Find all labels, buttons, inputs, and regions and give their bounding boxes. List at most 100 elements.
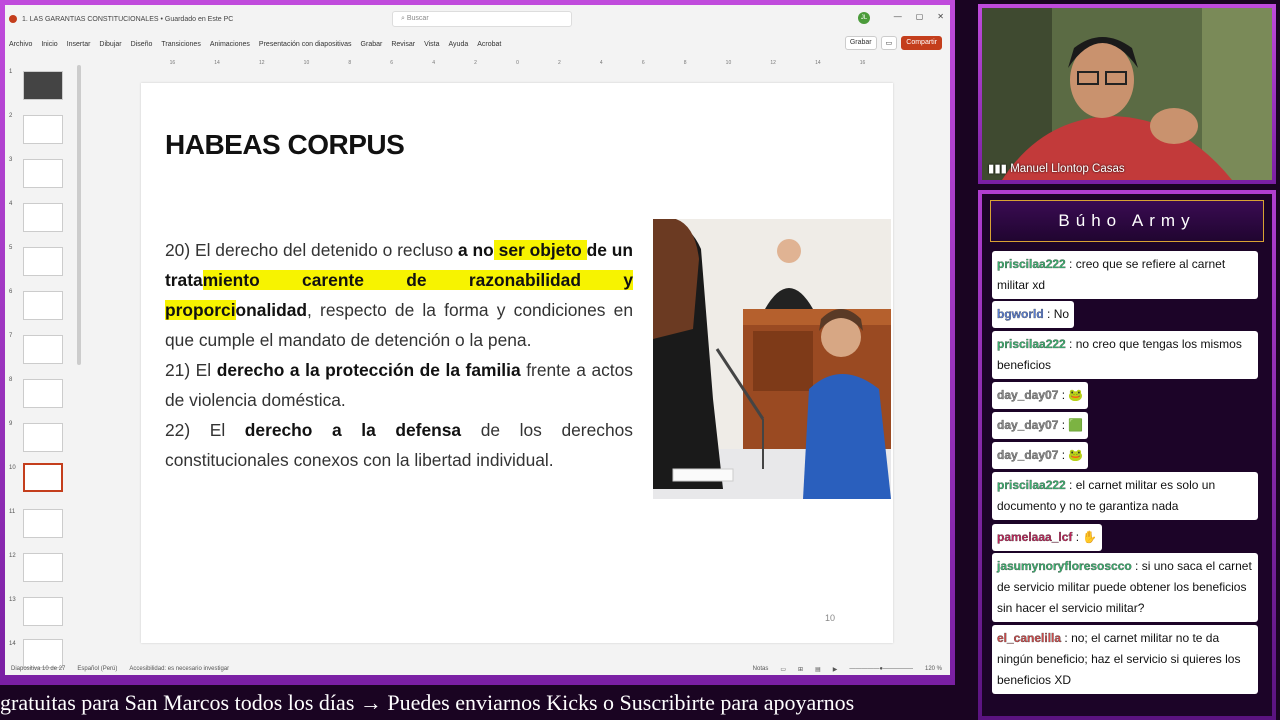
chat-message: bgworld : No xyxy=(992,301,1075,328)
slide-thumbnail-2[interactable] xyxy=(23,115,63,144)
chat-username[interactable]: day_day07 xyxy=(997,418,1059,432)
search-placeholder: Buscar xyxy=(406,15,429,22)
thumb-number: 11 xyxy=(9,509,16,515)
slide-thumbnails: 1 2 3 4 5 6 7 8 9 10 11 12 13 14 xyxy=(5,65,85,668)
tab-presentacion[interactable]: Presentación con diapositivas xyxy=(259,41,352,48)
ribbon-tabs: Archivo Inicio Insertar Dibujar Diseño T… xyxy=(5,33,950,55)
tab-grabar[interactable]: Grabar xyxy=(361,41,383,48)
webcam-name-label: ▮▮▮ Manuel Llontop Casas xyxy=(988,161,1125,175)
chat-title: Búho Army xyxy=(990,200,1264,242)
chat-text: 🐸 xyxy=(1068,388,1084,402)
p22-bold: derecho a la defensa xyxy=(244,420,462,440)
ruler-tick: 2 xyxy=(557,60,561,66)
tab-diseno[interactable]: Diseño xyxy=(131,41,153,48)
ruler-tick: 16 xyxy=(169,60,176,66)
comments-icon[interactable]: ▭ xyxy=(880,36,898,50)
slide-thumbnail-6[interactable] xyxy=(23,291,63,320)
tab-animaciones[interactable]: Animaciones xyxy=(210,41,250,48)
ruler-tick: 16 xyxy=(859,60,866,66)
chat-message: priscilaa222 : el carnet militar es solo… xyxy=(992,472,1258,520)
slide-thumbnail-5[interactable] xyxy=(23,247,63,276)
slide-number: 10 xyxy=(824,613,835,623)
slide-body: 20) El derecho del detenido o recluso a … xyxy=(165,235,633,475)
close-icon[interactable]: ✕ xyxy=(937,12,944,21)
chat-message: day_day07 : 🟩 xyxy=(992,412,1089,439)
powerpoint-icon xyxy=(9,15,17,23)
slide-thumbnail-13[interactable] xyxy=(23,597,63,626)
zoom-slider[interactable]: —————●————— xyxy=(849,666,913,672)
language-status[interactable]: Español (Perú) xyxy=(77,666,117,672)
chat-message: el_canelilla : no; el carnet militar no … xyxy=(992,625,1258,694)
chat-text: 🟩 xyxy=(1068,418,1084,432)
thumbnail-scrollbar[interactable] xyxy=(77,65,81,365)
slide-count: Diapositiva 10 de 27 xyxy=(11,666,66,672)
slide-thumbnail-1[interactable] xyxy=(23,71,63,100)
search-input[interactable]: ⌕ Buscar xyxy=(392,11,572,27)
chat-message: priscilaa222 : creo que se refiere al ca… xyxy=(992,251,1258,299)
tab-vista[interactable]: Vista xyxy=(424,41,439,48)
notes-button[interactable]: Notas xyxy=(753,666,769,672)
record-button[interactable]: Grabar xyxy=(844,36,877,50)
webcam-panel: ▮▮▮ Manuel Llontop Casas xyxy=(978,4,1276,184)
tab-ayuda[interactable]: Ayuda xyxy=(449,41,469,48)
avatar[interactable]: JL xyxy=(858,12,870,24)
thumb-number: 3 xyxy=(9,157,13,163)
normal-view-icon[interactable]: ▭ xyxy=(780,666,786,673)
webcam-feed: ▮▮▮ Manuel Llontop Casas xyxy=(982,8,1272,180)
thumb-number: 1 xyxy=(9,69,13,75)
chat-username[interactable]: priscilaa222 xyxy=(997,257,1066,271)
chat-username[interactable]: day_day07 xyxy=(997,448,1059,462)
reading-view-icon[interactable]: ▤ xyxy=(815,666,821,673)
p21-bold: derecho a la protección de la familia xyxy=(216,360,521,380)
thumb-number: 9 xyxy=(9,421,13,427)
maximize-icon[interactable]: ▢ xyxy=(916,12,924,21)
slide-thumbnail-11[interactable] xyxy=(23,509,63,538)
slideshow-icon[interactable]: ▶ xyxy=(833,666,838,673)
tab-dibujar[interactable]: Dibujar xyxy=(99,41,121,48)
ruler-tick: 8 xyxy=(348,60,352,66)
tab-transiciones[interactable]: Transiciones xyxy=(161,41,200,48)
ruler-tick: 12 xyxy=(258,60,265,66)
chat-body: Búho Army priscilaa222 : creo que se ref… xyxy=(982,194,1272,716)
news-ticker: gratuitas para San Marcos todos los días… xyxy=(0,686,955,720)
slide-thumbnail-10[interactable] xyxy=(23,463,63,492)
slide-thumbnail-12[interactable] xyxy=(23,553,63,582)
slide-thumbnail-3[interactable] xyxy=(23,159,63,188)
slide-thumbnail-9[interactable] xyxy=(23,423,63,452)
chat-username[interactable]: el_canelilla xyxy=(997,631,1061,645)
window-title: 1. LAS GARANTIAS CONSTITUCIONALES • Guar… xyxy=(22,15,234,23)
ruler-tick: 10 xyxy=(303,60,310,66)
chat-username[interactable]: priscilaa222 xyxy=(997,337,1066,351)
chat-username[interactable]: bgworld xyxy=(997,307,1044,321)
sorter-view-icon[interactable]: ⊞ xyxy=(798,666,803,673)
slide-title: HABEAS CORPUS xyxy=(165,129,405,160)
accessibility-status[interactable]: Accesibilidad: es necesario investigar xyxy=(129,666,229,672)
tab-insertar[interactable]: Insertar xyxy=(67,41,91,48)
thumb-number: 10 xyxy=(9,465,16,471)
chat-message: priscilaa222 : no creo que tengas los mi… xyxy=(992,331,1258,379)
p22-text: 22) El xyxy=(165,420,245,440)
chat-username[interactable]: day_day07 xyxy=(997,388,1059,402)
chat-username[interactable]: priscilaa222 xyxy=(997,478,1066,492)
tab-acrobat[interactable]: Acrobat xyxy=(477,41,501,48)
slide-thumbnail-7[interactable] xyxy=(23,335,63,364)
slide-canvas[interactable]: HABEAS CORPUS 20) El derecho del detenid… xyxy=(141,83,893,643)
tab-archivo[interactable]: Archivo xyxy=(9,41,32,48)
minimize-icon[interactable]: — xyxy=(894,12,902,21)
share-button[interactable]: Compartir xyxy=(901,36,942,50)
chat-username[interactable]: jasumynoryfloresoscco xyxy=(997,559,1132,573)
slide-thumbnail-8[interactable] xyxy=(23,379,63,408)
ruler-tick: 14 xyxy=(815,60,821,66)
chat-username[interactable]: pamelaaa_lcf xyxy=(997,530,1073,544)
p20-bold: a no xyxy=(458,240,494,260)
webcam-name: Manuel Llontop Casas xyxy=(1010,163,1125,175)
ruler-tick: 6 xyxy=(641,60,645,66)
chat-panel: Búho Army priscilaa222 : creo que se ref… xyxy=(978,190,1276,720)
tab-inicio[interactable]: Inicio xyxy=(41,41,57,48)
p20-bold-3: onalidad xyxy=(235,300,308,320)
zoom-level[interactable]: 120 % xyxy=(925,666,942,672)
tab-revisar[interactable]: Revisar xyxy=(391,41,415,48)
ruler-tick: 6 xyxy=(390,60,394,66)
ruler-tick: 10 xyxy=(725,60,732,66)
slide-thumbnail-4[interactable] xyxy=(23,203,63,232)
